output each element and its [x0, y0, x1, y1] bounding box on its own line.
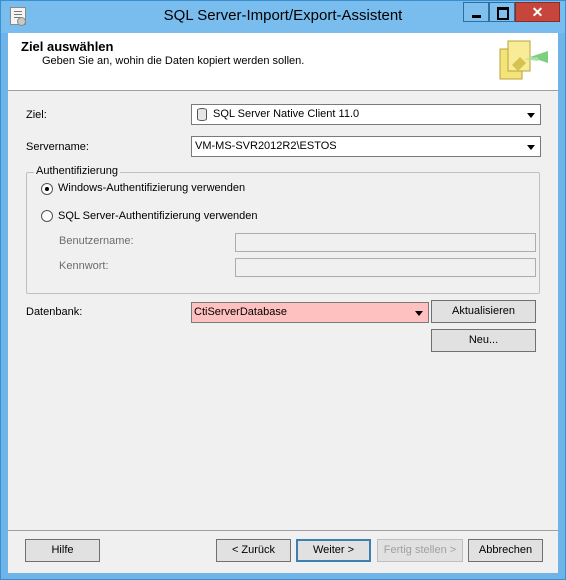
new-database-button[interactable]: Neu...	[431, 329, 536, 352]
database-combobox[interactable]: CtiServerDatabase	[191, 302, 429, 323]
dialog-client: Ziel auswählen Geben Sie an, wohin die D…	[8, 33, 558, 573]
wizard-window: SQL Server-Import/Export-Assistent ✕ Zie…	[0, 0, 566, 580]
sql-auth-label[interactable]: SQL Server-Authentifizierung verwenden	[58, 210, 258, 222]
refresh-button[interactable]: Aktualisieren	[431, 300, 536, 323]
help-button[interactable]: Hilfe	[25, 539, 100, 562]
chevron-down-icon[interactable]	[524, 138, 539, 155]
close-icon: ✕	[531, 4, 544, 20]
database-icon	[197, 108, 207, 121]
username-field[interactable]	[235, 233, 536, 252]
page-subtitle: Geben Sie an, wohin die Daten kopiert we…	[42, 55, 305, 67]
database-value: CtiServerDatabase	[194, 306, 287, 318]
servername-combobox[interactable]: VM-MS-SVR2012R2\ESTOS	[191, 136, 541, 157]
chevron-down-icon[interactable]	[524, 106, 539, 123]
page-header: Ziel auswählen Geben Sie an, wohin die D…	[8, 33, 558, 91]
authentication-legend: Authentifizierung	[34, 165, 120, 177]
back-button[interactable]: < Zurück	[216, 539, 291, 562]
cancel-button[interactable]: Abbrechen	[468, 539, 543, 562]
ziel-combobox[interactable]: SQL Server Native Client 11.0	[191, 104, 541, 125]
wizard-graphic-icon	[499, 40, 548, 80]
close-button[interactable]: ✕	[515, 2, 560, 22]
windows-auth-radio[interactable]	[41, 183, 53, 195]
ziel-value: SQL Server Native Client 11.0	[213, 108, 360, 120]
maximize-button[interactable]	[489, 2, 515, 22]
finish-button[interactable]: Fertig stellen >	[377, 539, 463, 562]
authentication-group: Authentifizierung Windows-Authentifizier…	[26, 165, 540, 294]
page-title: Ziel auswählen	[21, 39, 114, 54]
password-label: Kennwort:	[59, 260, 109, 272]
servername-value: VM-MS-SVR2012R2\ESTOS	[195, 140, 337, 152]
next-button[interactable]: Weiter >	[296, 539, 371, 562]
username-label: Benutzername:	[59, 235, 134, 247]
minimize-button[interactable]	[463, 2, 489, 22]
ziel-label: Ziel:	[26, 109, 47, 121]
title-bar[interactable]: SQL Server-Import/Export-Assistent ✕	[1, 1, 565, 33]
password-field[interactable]	[235, 258, 536, 277]
chevron-down-icon[interactable]	[412, 304, 427, 321]
footer-divider	[8, 530, 558, 531]
windows-auth-label[interactable]: Windows-Authentifizierung verwenden	[58, 182, 245, 194]
sql-auth-radio[interactable]	[41, 210, 53, 222]
database-label: Datenbank:	[26, 306, 83, 318]
servername-label: Servername:	[26, 141, 89, 153]
